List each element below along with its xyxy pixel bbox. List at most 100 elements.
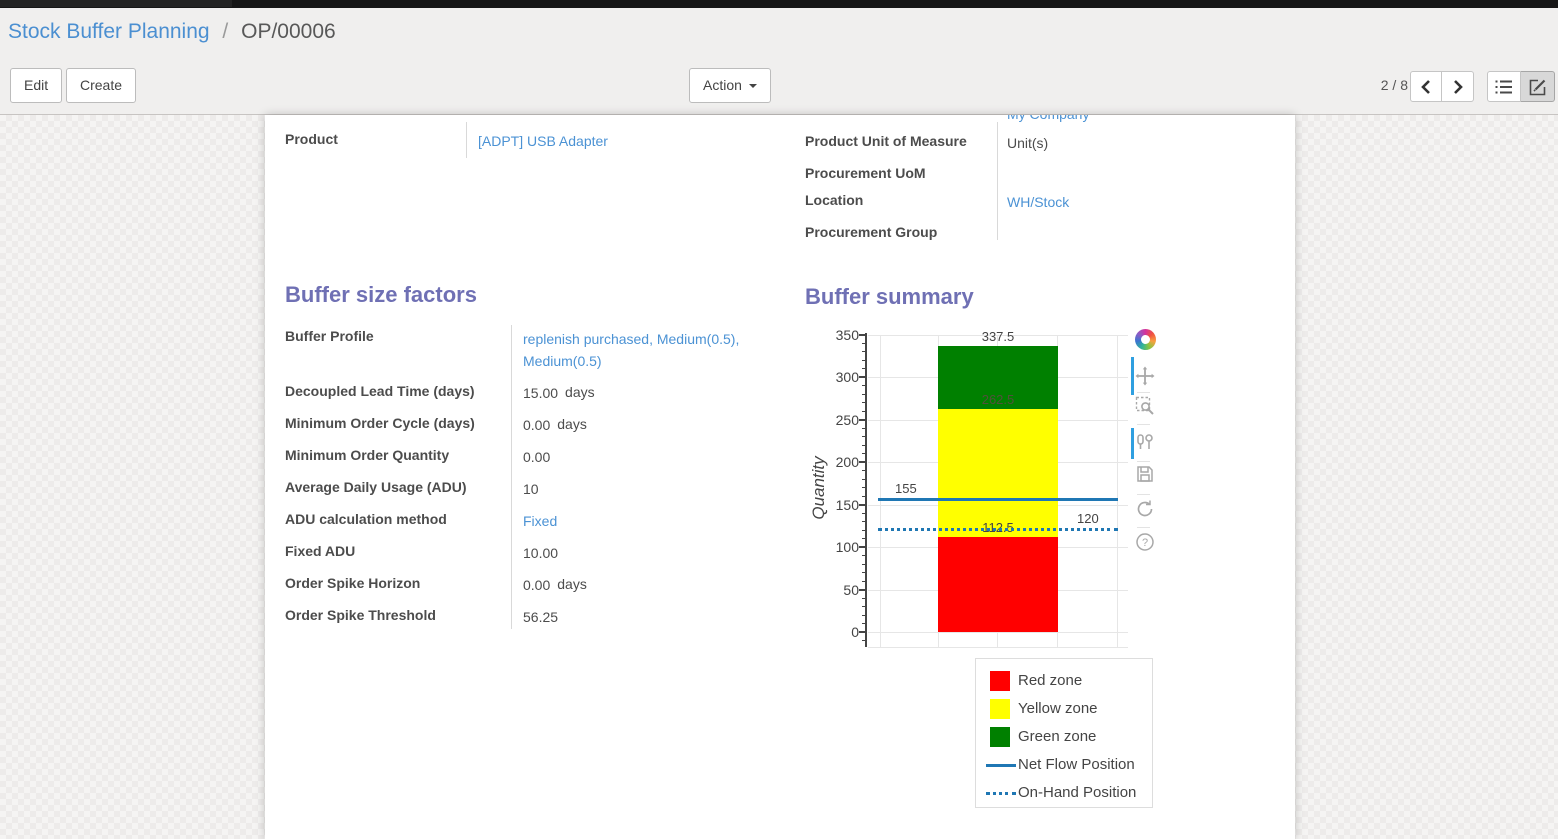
clipped-company-link[interactable]: My Company [1007, 115, 1089, 122]
form-sheet: My Company Product[ADPT] USB Adapter Pro… [265, 115, 1295, 839]
control-panel: Stock Buffer Planning / OP/00006 Edit Cr… [0, 8, 1558, 115]
yellow-zone-bar-segment [938, 409, 1058, 536]
y-tick-label: 300 [819, 369, 859, 385]
pan-icon[interactable] [1134, 365, 1156, 387]
y-minor-tick [862, 513, 865, 514]
y-minor-tick [862, 453, 865, 454]
modebar-separator [1137, 527, 1150, 528]
create-button[interactable]: Create [66, 68, 136, 103]
y-minor-tick [862, 564, 865, 565]
action-dropdown-button[interactable]: Action [689, 68, 771, 103]
y-minor-tick [862, 496, 865, 497]
y-minor-tick [862, 394, 865, 395]
on-hand-position-swatch [986, 792, 1016, 795]
plotly-logo-icon[interactable] [1134, 328, 1156, 350]
field-value: 0.00days [523, 417, 587, 433]
breadcrumb: Stock Buffer Planning / OP/00006 [8, 20, 336, 44]
h-gridline [868, 632, 1128, 633]
y-minor-tick [862, 470, 865, 471]
screen: Stock Buffer Planning / OP/00006 Edit Cr… [0, 0, 1558, 839]
pager-previous-button[interactable] [1410, 71, 1442, 102]
y-minor-tick [862, 428, 865, 429]
field-value-link[interactable]: Fixed [523, 513, 557, 529]
form-edit-icon [1529, 78, 1547, 96]
list-view-button[interactable] [1487, 71, 1521, 102]
y-tick-label: 350 [819, 327, 859, 343]
legend-item[interactable]: Net Flow Position [976, 754, 1152, 776]
plot-bottom-edge [868, 647, 1128, 648]
red-zone-swatch [990, 671, 1010, 691]
y-minor-tick [862, 555, 865, 556]
legend-item[interactable]: Green zone [976, 726, 1152, 748]
legend-item[interactable]: Red zone [976, 670, 1152, 692]
v-gridline [1117, 335, 1118, 647]
field-label: Product Unit of Measure [805, 133, 967, 149]
y-minor-tick [862, 402, 865, 403]
field-unit-suffix: days [565, 384, 595, 400]
field-value: 15.00days [523, 385, 595, 401]
y-minor-tick [862, 521, 865, 522]
y-minor-tick [862, 530, 865, 531]
y-minor-tick [862, 479, 865, 480]
field-label: Location [805, 192, 863, 208]
red-zone-bar-segment [938, 537, 1058, 632]
column-separator [997, 122, 998, 240]
bar-value-label: 337.5 [938, 329, 1058, 344]
line-value-label: 155 [895, 481, 917, 496]
legend-label: Net Flow Position [1018, 756, 1135, 773]
on-hand-position-line [878, 528, 1118, 531]
field-label: Order Spike Horizon [285, 575, 420, 591]
pager-count: 2 / 8 [1362, 68, 1408, 103]
buffer-summary-title: Buffer summary [805, 284, 974, 310]
form-view-button[interactable] [1521, 71, 1555, 102]
y-minor-tick [862, 360, 865, 361]
y-axis-title: Quantity [809, 413, 829, 563]
y-major-tick [859, 334, 865, 336]
y-major-tick [859, 631, 865, 633]
legend-item[interactable]: On-Hand Position [976, 782, 1152, 804]
y-minor-tick [862, 538, 865, 539]
field-unit-suffix: days [557, 416, 587, 432]
buffer-summary-chart: ? 050100150200250300350337.5262.5112.515… [810, 324, 1170, 656]
legend-label: On-Hand Position [1018, 784, 1136, 801]
top-black-bar [0, 0, 1558, 8]
field-value-link[interactable]: WH/Stock [1007, 194, 1069, 210]
line-value-label: 120 [1077, 511, 1099, 526]
field-value: 0.00days [523, 577, 587, 593]
toggle-hover-compare-icon[interactable] [1134, 431, 1156, 453]
reset-axes-icon[interactable] [1134, 498, 1156, 520]
green-zone-swatch [990, 727, 1010, 747]
y-major-tick [859, 419, 865, 421]
field-value-link[interactable]: [ADPT] USB Adapter [478, 133, 608, 149]
legend-label: Green zone [1018, 728, 1096, 745]
action-label: Action [703, 77, 742, 93]
edit-button[interactable]: Edit [10, 68, 62, 103]
y-minor-tick [862, 598, 865, 599]
field-value-link[interactable]: replenish purchased, Medium(0.5), Medium… [523, 328, 775, 372]
y-major-tick [859, 546, 865, 548]
legend-item[interactable]: Yellow zone [976, 698, 1152, 720]
legend-label: Yellow zone [1018, 700, 1098, 717]
column-separator [466, 122, 467, 158]
y-minor-tick [862, 581, 865, 582]
chevron-down-icon [749, 84, 757, 88]
top-black-bar-segment [0, 0, 232, 7]
y-major-tick [859, 589, 865, 591]
modebar-separator [1137, 392, 1150, 393]
svg-text:?: ? [1142, 537, 1148, 549]
box-zoom-icon[interactable] [1134, 395, 1156, 417]
y-minor-tick [862, 385, 865, 386]
modebar-separator [1137, 494, 1150, 495]
y-minor-tick [862, 606, 865, 607]
field-label: Fixed ADU [285, 543, 355, 559]
chevron-right-icon [1452, 79, 1464, 95]
y-minor-tick [862, 623, 865, 624]
help-icon[interactable]: ? [1134, 531, 1156, 553]
pager-next-button[interactable] [1442, 71, 1474, 102]
save-icon[interactable] [1134, 463, 1156, 485]
chevron-left-icon [1420, 79, 1432, 95]
field-label: Procurement UoM [805, 165, 926, 181]
yellow-zone-swatch [990, 699, 1010, 719]
net-flow-position-line [878, 498, 1118, 501]
breadcrumb-parent-link[interactable]: Stock Buffer Planning [8, 20, 210, 43]
